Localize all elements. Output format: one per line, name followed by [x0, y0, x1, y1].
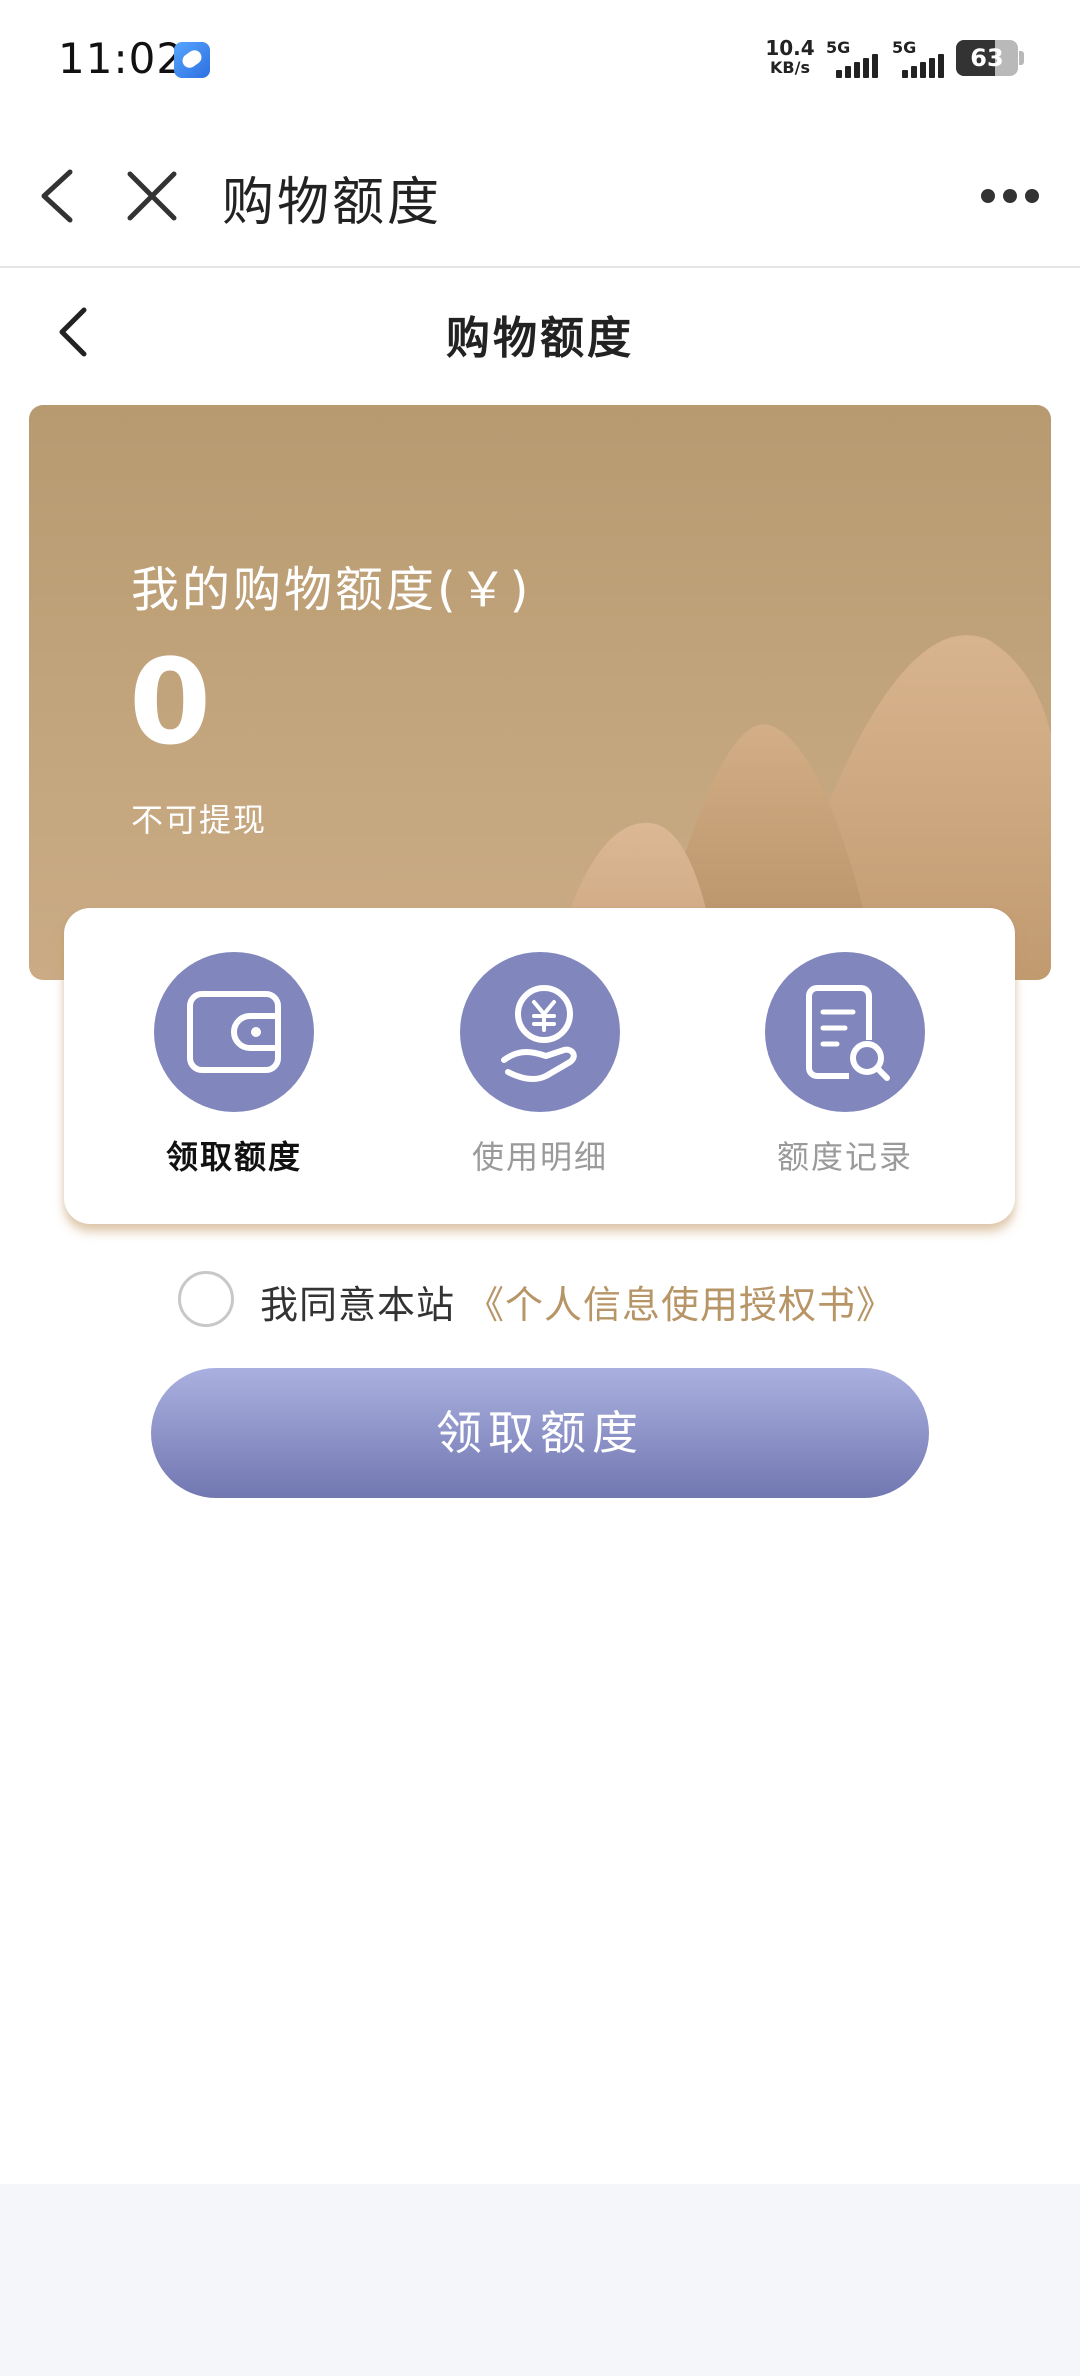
status-time: 11:02	[58, 34, 185, 83]
privacy-authorization-link[interactable]: 《个人信息使用授权书》	[466, 1274, 895, 1329]
back-arrow-icon[interactable]	[34, 166, 82, 226]
wallet-icon	[187, 991, 281, 1073]
close-icon[interactable]	[122, 166, 182, 226]
action-usage-detail[interactable]: 使用明细	[440, 952, 640, 1178]
action-credit-records[interactable]: 额度记录	[745, 952, 945, 1178]
signal-1-label: 5G	[826, 38, 851, 57]
sub-header-title: 购物额度	[446, 313, 634, 364]
page-title: 购物额度	[222, 173, 443, 233]
network-speed-value: 10.4	[765, 36, 815, 60]
signal-2-label: 5G	[892, 38, 917, 57]
claim-credit-button[interactable]: 领取额度	[151, 1368, 929, 1498]
battery-icon: 63	[956, 40, 1018, 76]
action-usage-detail-label: 使用明细	[471, 1138, 608, 1176]
non-withdrawable-note: 不可提现	[131, 801, 268, 839]
action-claim-credit-label: 领取额度	[165, 1138, 302, 1176]
network-speed: 10.4 KB/s	[764, 38, 816, 76]
agreement-checkbox[interactable]	[178, 1271, 234, 1327]
yuan-hand-icon	[501, 985, 577, 1082]
sub-header: 购物额度	[0, 268, 1080, 398]
more-icon[interactable]	[980, 186, 1040, 206]
top-navigation-bar: 购物额度	[0, 120, 1080, 268]
agreement-text: 我同意本站	[260, 1283, 456, 1327]
status-bar: 11:02 10.4 KB/s 5G 5G 63	[0, 0, 1080, 120]
action-panel: 领取额度 使用明细 额度记录	[64, 908, 1015, 1224]
credit-amount: 0	[129, 633, 212, 771]
app-notification-icon	[174, 42, 210, 78]
credit-balance-card: 我的购物额度(￥) 0 不可提现	[29, 405, 1051, 980]
document-search-icon	[806, 985, 890, 1081]
action-credit-records-label: 额度记录	[776, 1138, 913, 1176]
credit-label: 我的购物额度(￥)	[131, 562, 532, 618]
network-speed-unit: KB/s	[770, 58, 810, 77]
battery-level: 63	[970, 44, 1004, 72]
action-claim-credit[interactable]: 领取额度	[134, 952, 334, 1178]
bottom-area	[0, 2184, 1080, 2376]
